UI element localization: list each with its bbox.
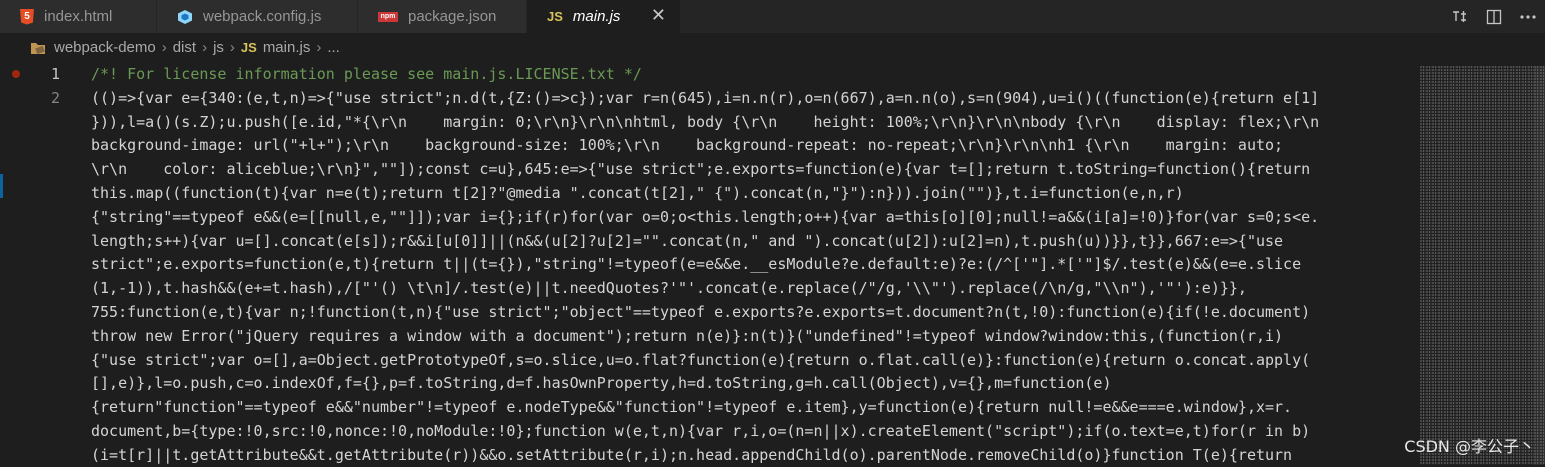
code-line[interactable]: (()=>{var e={340:(e,t,n)=>{"use strict";… <box>91 86 1411 110</box>
split-editor-icon[interactable] <box>1477 0 1511 33</box>
code-editor[interactable]: 1 2 /*! For license information please s… <box>0 62 1545 465</box>
breadcrumb-more[interactable]: ... <box>327 39 340 56</box>
tab-label: main.js <box>572 8 621 25</box>
line-number: 1 <box>50 65 60 83</box>
code-line[interactable]: {"string"==typeof e&&(e=[[null,e,""]]);v… <box>91 205 1411 229</box>
code-line[interactable]: background-image: url("+l+");\r\n backgr… <box>91 133 1411 157</box>
tab-bar: 5 index.html webpack.config.js npm packa… <box>0 0 1545 33</box>
tab-index-html[interactable]: 5 index.html <box>0 0 157 33</box>
code-line[interactable]: length;s++){var u=[].concat(e[s]);r&&i[u… <box>91 229 1411 253</box>
code-line[interactable]: strict";e.exports=function(e,t){return t… <box>91 252 1411 276</box>
js-icon: JS <box>240 40 257 55</box>
code-comment-line[interactable]: /*! For license information please see m… <box>91 62 1411 86</box>
line-number: 2 <box>50 89 60 107</box>
code-area[interactable]: /*! For license information please see m… <box>91 62 1411 467</box>
webpack-cube-icon <box>177 9 193 25</box>
line-number-gutter[interactable]: 1 2 <box>0 62 84 465</box>
code-line[interactable]: this.map((function(t){var n=e(t);return … <box>91 181 1411 205</box>
code-line[interactable]: {"use strict";var o=[],a=Object.getProto… <box>91 348 1411 372</box>
chevron-right-icon: › <box>161 39 167 56</box>
minimap[interactable] <box>1420 66 1545 465</box>
more-actions-icon[interactable] <box>1511 0 1545 33</box>
breadcrumb-dist[interactable]: dist <box>173 39 196 56</box>
tab-label: index.html <box>44 8 113 25</box>
code-line[interactable]: 755:function(e,t){var n;!function(t,n){"… <box>91 300 1411 324</box>
open-changes-icon[interactable] <box>1443 0 1477 33</box>
vertical-scrollbar[interactable] <box>1533 66 1545 465</box>
chevron-right-icon: › <box>229 39 235 56</box>
code-line[interactable]: {return"function"==typeof e&&"number"!=t… <box>91 395 1411 419</box>
tab-package-json[interactable]: npm package.json <box>358 0 527 33</box>
breadcrumb-file[interactable]: main.js <box>263 39 311 56</box>
code-line[interactable]: [],e)},l=o.push,c=o.indexOf,f={},p=f.toS… <box>91 371 1411 395</box>
npm-icon: npm <box>378 11 398 22</box>
chevron-right-icon: › <box>202 39 208 56</box>
tab-label: webpack.config.js <box>203 8 322 25</box>
tab-webpack-config[interactable]: webpack.config.js <box>157 0 358 33</box>
code-line[interactable]: document,b={type:!0,src:!0,nonce:!0,noMo… <box>91 419 1411 443</box>
code-line[interactable]: })),l=a()(s.Z);u.push([e.id,"*{\r\n marg… <box>91 110 1411 134</box>
tab-label: package.json <box>408 8 497 25</box>
change-marker <box>0 174 3 198</box>
code-line[interactable]: (1,-1)),t.hash&&(e+=t.hash),/["'() \t\n]… <box>91 276 1411 300</box>
code-line[interactable]: throw new Error("jQuery requires a windo… <box>91 324 1411 348</box>
html5-icon: 5 <box>20 8 34 25</box>
breadcrumb-project[interactable]: webpack-demo <box>54 39 156 56</box>
code-line[interactable]: (i=t[r]||t.getAttribute&&t.getAttribute(… <box>91 443 1411 467</box>
code-line[interactable]: \r\n color: aliceblue;\r\n}",""]);const … <box>91 157 1411 181</box>
breadcrumb: webpack-demo › dist › js › JS main.js › … <box>0 33 1545 62</box>
js-icon: JS <box>547 9 563 24</box>
watermark: CSDN @李公子丶 <box>1404 437 1535 456</box>
close-icon[interactable]: ✕ <box>651 5 666 26</box>
breadcrumb-js[interactable]: js <box>213 39 224 56</box>
chevron-right-icon: › <box>316 39 322 56</box>
folder-icon <box>30 41 46 55</box>
editor-actions <box>1443 0 1545 33</box>
tab-main-js[interactable]: JS main.js ✕ <box>527 0 681 33</box>
